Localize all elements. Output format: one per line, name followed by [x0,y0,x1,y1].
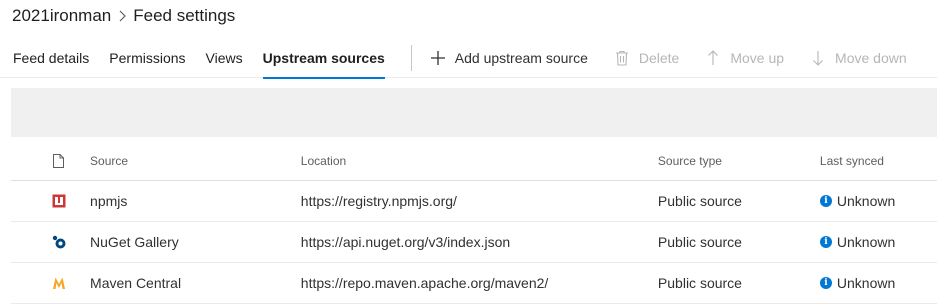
source-location: https://registry.npmjs.org/ [300,193,457,209]
move-up-button[interactable]: Move up [705,38,784,78]
table-row[interactable]: NuGet Gallery https://api.nuget.org/v3/i… [11,222,937,263]
page-title: Feed settings [133,6,236,25]
chevron-right-icon [111,9,133,23]
trash-icon [614,50,630,66]
source-name: Maven Central [90,275,182,291]
info-banner [11,88,937,137]
arrow-up-icon [705,49,721,66]
toolbar-divider [410,44,412,71]
file-icon [51,153,67,169]
tab-permissions[interactable]: Permissions [99,38,195,78]
info-icon: i [819,277,832,289]
source-name: NuGet Gallery [90,234,179,250]
arrow-down-icon [810,50,826,66]
source-location: https://api.nuget.org/v3/index.json [300,234,511,250]
last-synced: i Unknown [819,275,937,291]
last-synced-value: Unknown [836,234,896,250]
last-synced-value: Unknown [836,275,896,291]
maven-icon [51,275,67,291]
move-up-label: Move up [730,49,785,66]
tab-upstream-sources[interactable]: Upstream sources [253,38,395,79]
source-type: Public source [657,234,742,250]
info-icon: i [819,236,832,248]
delete-label: Delete [638,49,680,66]
move-down-button[interactable]: Move down [810,38,907,78]
plus-icon [430,50,446,66]
column-header-icon [11,153,90,169]
last-synced-value: Unknown [836,193,896,209]
table-header-row: Source Location Source type Last synced [11,142,937,181]
add-upstream-source-button[interactable]: Add upstream source [430,38,588,78]
last-synced: i Unknown [819,193,937,209]
delete-button[interactable]: Delete [614,38,679,78]
source-name: npmjs [90,193,128,209]
nuget-icon [51,234,67,250]
table-row[interactable]: Maven Central https://repo.maven.apache.… [11,263,937,304]
upstream-sources-table: Source Location Source type Last synced … [11,142,937,304]
source-location: https://repo.maven.apache.org/maven2/ [300,275,549,291]
add-upstream-source-label: Add upstream source [454,49,588,66]
tab-views[interactable]: Views [196,38,253,78]
column-header-source[interactable]: Source [90,154,301,168]
column-header-last-synced[interactable]: Last synced [820,154,937,168]
column-header-source-type[interactable]: Source type [658,154,820,168]
column-header-location[interactable]: Location [301,154,658,168]
source-type: Public source [657,193,742,209]
breadcrumb-feed-link[interactable]: 2021ironman [12,6,111,26]
breadcrumb: 2021ironman Feed settings [12,4,235,28]
npm-icon [51,193,67,209]
move-down-label: Move down [835,49,907,66]
settings-toolbar: Feed details Permissions Views Upstream … [0,38,937,79]
table-row[interactable]: npmjs https://registry.npmjs.org/ Public… [11,181,937,222]
last-synced: i Unknown [819,234,937,250]
tab-feed-details[interactable]: Feed details [0,38,99,78]
info-icon: i [819,195,832,207]
source-type: Public source [657,275,742,291]
